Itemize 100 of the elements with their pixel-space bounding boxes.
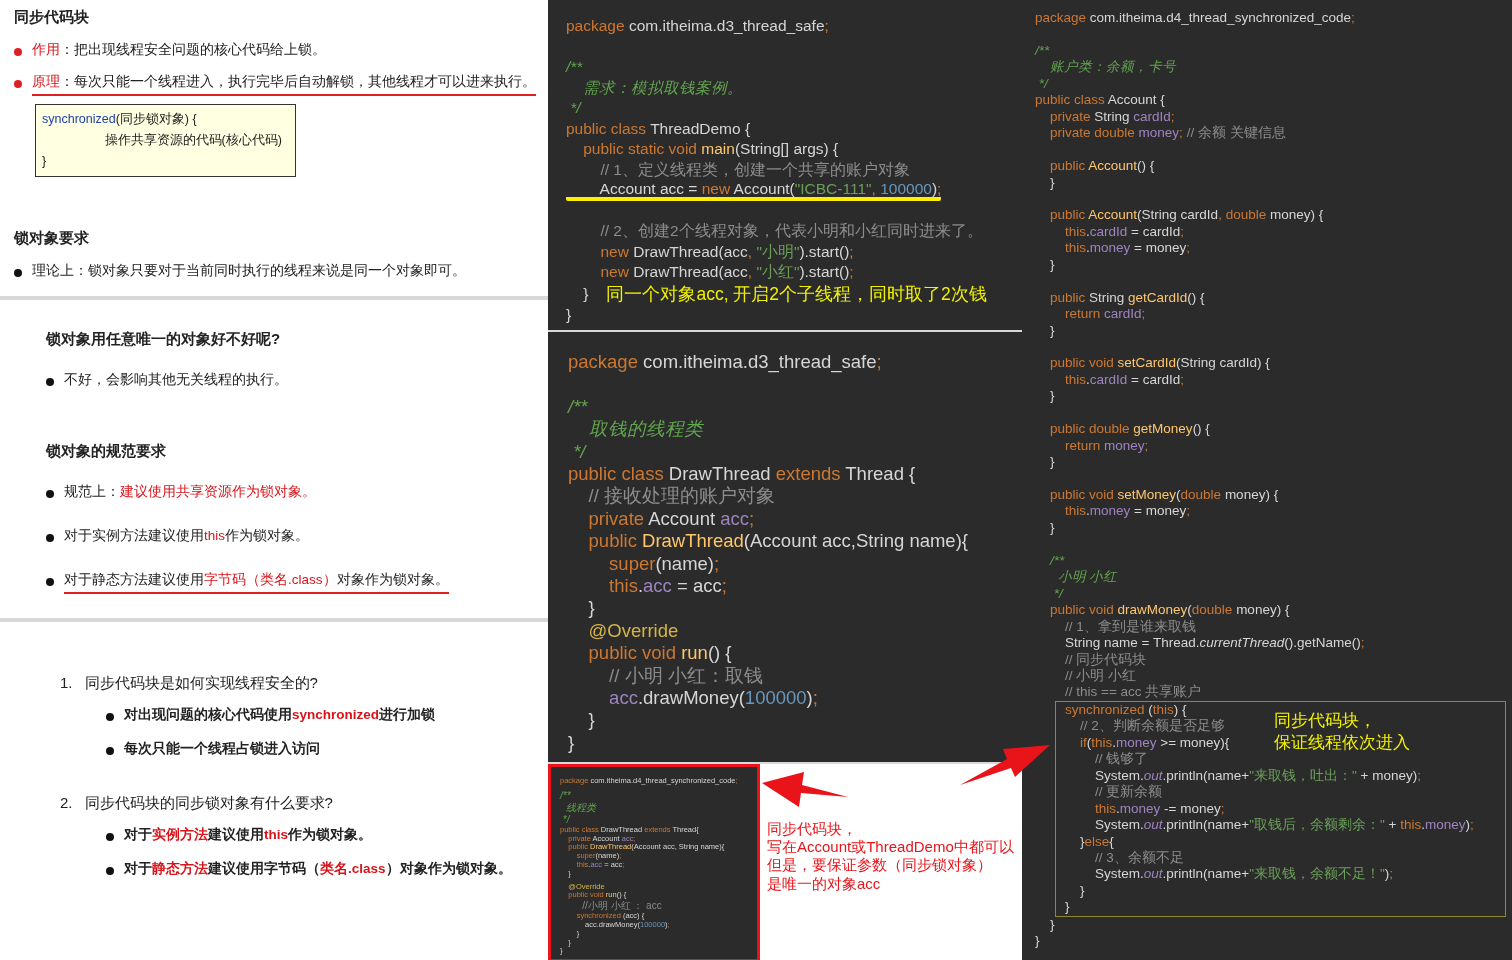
section-heading: 锁对象用任意唯一的对象好不好呢? (46, 329, 282, 349)
code-line: // 1、拿到是谁来取钱 (1064, 618, 1196, 636)
code-line: 小明 小红 (1056, 569, 1118, 586)
bullet-dot (46, 378, 54, 386)
code-line: } (1049, 174, 1055, 191)
code-line: } (1049, 388, 1055, 405)
code-line: acc.drawMoney(100000); (608, 687, 818, 710)
code-line: 账户类：余额，卡号 (1049, 59, 1176, 76)
bullet-dot (106, 713, 114, 721)
code-line: private String cardId; (1049, 108, 1175, 126)
bullet-text: 对于实例方法建议使用this作为锁对象。 (124, 826, 372, 844)
code-line: this.cardId = cardId; (1064, 223, 1184, 241)
bullet-dot (46, 490, 54, 498)
code-line: this.cardId = cardId; (1064, 371, 1184, 389)
bullet-text: 规范上：建议使用共享资源作为锁对象。 (64, 483, 316, 501)
code-line: public class ThreadDemo { (566, 118, 751, 139)
code-line: } (1035, 933, 1040, 950)
code-line: System.out.println(name+"来取钱，吐出：" + money); (1094, 767, 1421, 784)
bullet-text: 对出现问题的核心代码使用synchronized进行加锁 (124, 706, 436, 724)
code-line: // 1、定义线程类，创建一个共享的账户对象 (599, 159, 910, 180)
code-line: public String getCardId() { (1049, 289, 1205, 307)
bullet-text: 作用：把出现线程安全问题的核心代码给上锁。 (32, 41, 326, 59)
code-line: 操作共享资源的代码(核心代码) (103, 132, 283, 149)
code-line: @Override (587, 619, 679, 643)
code-line: // 更新余额 (1094, 784, 1163, 801)
code-line: // this == acc 共享账户 (1064, 684, 1202, 701)
code-line: synchronized(同步锁对象) { (42, 111, 198, 128)
code-line: public void setCardId(String cardId) { (1049, 355, 1270, 372)
code-line: /** (560, 789, 571, 802)
code-line: } (1064, 899, 1070, 916)
code-line: } (42, 153, 48, 170)
code-line: */ (572, 440, 586, 463)
code-line: this.money = money; (1064, 240, 1190, 257)
list-number: 2. (60, 793, 73, 813)
code-line: if(this.money >= money){ (1079, 734, 1230, 752)
code-line: // 2、创建2个线程对象，代表小明和小红同时进来了。 (599, 221, 983, 241)
code-line: // 小明 小红：取钱 (608, 664, 763, 688)
bullet-text: 理论上：锁对象只要对于当前同时执行的线程来说是同一个对象即可。 (32, 262, 466, 280)
bullet-text: 每次只能一个线程占锁进入访问 (124, 740, 320, 758)
code-note: 同步代码块， 保证线程依次进入 (1274, 709, 1410, 754)
code-line: public void setMoney(double money) { (1049, 487, 1279, 504)
code-line: /** (566, 57, 583, 77)
code-line: //小明 小红 ： acc (581, 900, 662, 913)
code-line: } (587, 597, 595, 620)
code-line: } (1049, 454, 1055, 471)
code-line: } (587, 709, 595, 732)
code-line: public double getMoney() { (1049, 421, 1210, 438)
code-line: public class Account { (1035, 92, 1165, 109)
question-text: 同步代码块的同步锁对象有什么要求? (84, 793, 333, 813)
code-line: } (1049, 256, 1055, 274)
code-line: 需求：模拟取钱案例。 (582, 77, 744, 98)
bullet-dot (14, 269, 22, 277)
code-line: private double money; // 余额 关键信息 (1049, 125, 1286, 142)
code-line: // 小明 小红 (1064, 668, 1136, 685)
code-line: return money; (1064, 437, 1149, 455)
bullet-text: 对于静态方法建议使用字节码（类名.class）对象作为锁对象。 (124, 860, 512, 878)
section-heading: 锁对象要求 (14, 228, 90, 248)
code-line: } (1049, 916, 1055, 934)
bullet-text: 对于静态方法建议使用字节码（类名.class）对象作为锁对象。 (64, 570, 449, 594)
code-line: package com.itheima.d4_thread_synchronized_code; (1035, 10, 1355, 27)
code-line: // 同步代码块 (1064, 651, 1147, 668)
question-text: 同步代码块是如何实现线程安全的? (84, 673, 318, 693)
code-line: public static void main(String[] args) { (582, 139, 839, 159)
annotation-text: 同步代码块， 写在Account或ThreadDemo中都可以 但是，要保证参数（同步锁对象） 是唯一的对象acc (767, 820, 1015, 893)
code-line: this.money = money; (1064, 503, 1190, 520)
bullet-dot (46, 534, 54, 542)
bullet-text: 对于实例方法建议使用this作为锁对象。 (64, 527, 309, 545)
code-line: } (568, 731, 575, 755)
code-line: } (1049, 519, 1055, 537)
code-line: System.out.println(name+"来取钱，余额不足！"); (1094, 866, 1394, 883)
code-line: String name = Thread.currentThread().getName(); (1064, 635, 1365, 652)
code-line: */ (1037, 75, 1048, 93)
code-line: /** (568, 395, 588, 419)
code-line: package com.itheima.d3_thread_safe; (568, 351, 882, 374)
code-line: } (566, 304, 572, 325)
code-line: } (582, 284, 589, 304)
code-line: } (1049, 322, 1055, 339)
code-note: 同一个对象acc, 开启2个子线程，同时取了2次钱 (606, 282, 987, 305)
code-line: return cardId; (1064, 306, 1146, 323)
code-line: public Account(String cardId, double money) { (1049, 207, 1324, 224)
code-line: public Account() { (1049, 158, 1155, 175)
code-line: */ (1052, 585, 1063, 603)
code-line: package com.itheima.d3_thread_safe; (566, 16, 829, 36)
code-line: 线程类 (564, 801, 596, 814)
code-line: public void drawMoney(double money) { (1049, 602, 1290, 619)
section-heading: 锁对象的规范要求 (46, 441, 167, 461)
code-line: */ (561, 813, 570, 826)
code-line: super(name); (608, 552, 720, 576)
code-line: }else{ (1079, 833, 1114, 850)
bullet-dot (106, 867, 114, 875)
code-line: this.money -= money; (1094, 800, 1225, 818)
code-line: // 2、判断余额是否足够 (1079, 718, 1225, 735)
list-number: 1. (60, 673, 73, 693)
bullet-dot (106, 833, 114, 841)
code-line: private Account acc; (587, 507, 755, 531)
code-line: public DrawThread(Account acc,String name){ (587, 530, 968, 553)
code-line: // 钱够了 (1094, 751, 1149, 768)
code-line: // 3、余额不足 (1094, 850, 1184, 867)
code-line: public class DrawThread extends Thread { (568, 463, 916, 486)
section-heading: 同步代码块 (14, 7, 90, 27)
